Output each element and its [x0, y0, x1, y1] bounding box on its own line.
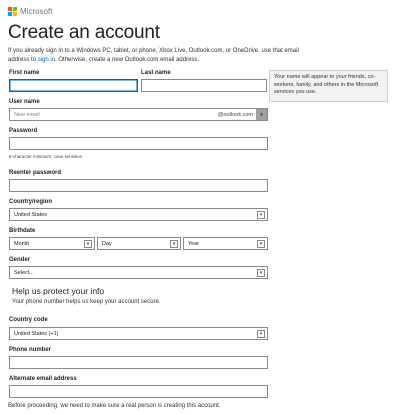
password-input[interactable] [9, 137, 268, 150]
logo-square-green [13, 7, 17, 11]
country-code-select[interactable]: United States (+1) ▾ [9, 327, 268, 340]
brand-name: Microsoft [20, 7, 53, 16]
phone-input[interactable] [9, 356, 268, 369]
gender-select[interactable]: Select... ▾ [9, 266, 268, 279]
reenter-password-input[interactable] [9, 179, 268, 192]
country-code-label: Country code [9, 317, 48, 323]
password-hint: 8-character minimum; case sensitive [9, 154, 83, 159]
sign-in-link[interactable]: sign in [38, 57, 55, 63]
birth-day-value: Day [102, 240, 112, 247]
first-name-label: First name [9, 70, 40, 76]
gender-label: Gender [9, 257, 31, 263]
username-input[interactable]: New email @outlook.com ▾ [9, 108, 268, 121]
phone-label: Phone number [9, 347, 52, 353]
microsoft-logo-icon [8, 7, 17, 16]
username-label: User name [9, 99, 40, 105]
microsoft-logo: Microsoft [8, 7, 52, 16]
username-domain: @outlook.com [217, 111, 253, 118]
logo-square-blue [8, 12, 12, 16]
first-name-input[interactable] [9, 79, 138, 92]
intro-text-after: . Otherwise, create a new Outlook.com em… [55, 57, 200, 63]
country-select[interactable]: United States ▾ [9, 208, 268, 221]
birth-month-select[interactable]: Month ▾ [9, 237, 95, 250]
birth-day-select[interactable]: Day ▾ [97, 237, 181, 250]
intro-text: If you already sign in to a Windows PC, … [8, 47, 308, 65]
chevron-down-icon: ▾ [170, 240, 178, 248]
last-name-label: Last name [141, 70, 171, 76]
country-value: United States [14, 211, 48, 218]
chevron-down-icon: ▾ [257, 269, 265, 277]
protect-section-subtitle: Your phone number helps us keep your acc… [12, 299, 161, 305]
protect-section-title: Help us protect your info [12, 286, 105, 296]
gender-value: Select... [14, 269, 34, 276]
alt-email-input[interactable] [9, 385, 268, 398]
username-placeholder: New email [14, 111, 40, 118]
alt-email-label: Alternate email address [9, 376, 77, 382]
chevron-down-icon: ▾ [260, 111, 263, 118]
chevron-down-icon: ▾ [257, 211, 265, 219]
chevron-down-icon: ▾ [257, 240, 265, 248]
domain-dropdown-button[interactable]: ▾ [256, 109, 267, 120]
birth-year-value: Year [188, 240, 200, 247]
birth-month-value: Month [14, 240, 30, 247]
logo-square-red [8, 7, 12, 11]
last-name-input[interactable] [141, 79, 267, 92]
country-code-value: United States (+1) [14, 330, 59, 337]
chevron-down-icon: ▾ [84, 240, 92, 248]
password-label: Password [9, 128, 38, 134]
name-tooltip: Your name will appear to your friends, c… [269, 70, 388, 102]
verification-note: Before proceeding, we need to make sure … [8, 403, 221, 409]
page-title: Create an account [8, 22, 160, 43]
birth-year-select[interactable]: Year ▾ [183, 237, 268, 250]
logo-square-yellow [13, 12, 17, 16]
birthdate-label: Birthdate [9, 228, 36, 234]
country-label: Country/region [9, 199, 52, 205]
chevron-down-icon: ▾ [257, 330, 265, 338]
reenter-password-label: Reenter password [9, 170, 62, 176]
